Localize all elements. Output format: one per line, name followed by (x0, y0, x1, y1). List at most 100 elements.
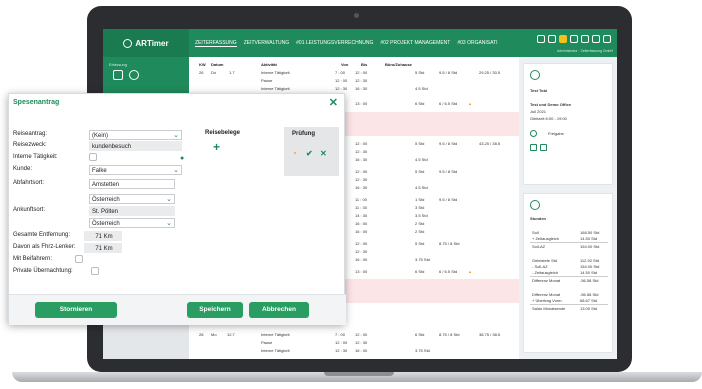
location-pin-icon[interactable]: ● (180, 155, 184, 162)
table-row[interactable]: Pause 12 : 00 12 : 30 (189, 339, 519, 347)
chat-icon[interactable] (581, 35, 589, 43)
laptop-notch (324, 372, 394, 376)
check-icon[interactable]: ✔ (306, 149, 313, 158)
pending-icon[interactable]: ◔ (292, 149, 297, 158)
clock-icon[interactable] (129, 70, 139, 80)
cell-date: 1.7 (229, 70, 235, 75)
stat-label: + Zeitausgleich (532, 236, 560, 241)
cell-bis: 12 : 00 (355, 70, 368, 75)
nav-leistungsverrechnung[interactable]: #01 LEISTUNGSVERRECHNUNG (296, 40, 373, 47)
label-entfernung: Gesamte Entfernung: (13, 232, 71, 238)
reiseantrag-select[interactable]: (Kein) ⌄ (89, 130, 182, 140)
user-card: Test Tobi Test und Demo Office Juli 2021… (523, 63, 613, 185)
abfahrtsort-input[interactable]: Amstetten (89, 179, 175, 189)
logo[interactable]: ARTimer (103, 29, 189, 57)
privat-checkbox[interactable] (91, 267, 99, 275)
cell-duration: 1 Std (415, 197, 425, 202)
table-row[interactable]: Interne Tätigkeit 12 : 30 16 : 00 3.75 S… (189, 347, 519, 355)
release-label[interactable]: Freigabe (548, 131, 564, 136)
document-icon[interactable] (530, 144, 537, 151)
reject-icon[interactable]: ✕ (320, 149, 327, 158)
kunde-select[interactable]: Falke ⌄ (89, 165, 182, 175)
stornieren-button[interactable]: Stornieren (35, 302, 117, 318)
header-account: Administrator · Zeiterfassung GmbH (556, 49, 613, 53)
settings-icon[interactable] (570, 35, 578, 43)
ankunft-country-select[interactable]: Österreich ⌄ (89, 218, 175, 228)
chevron-down-icon: ⌄ (173, 132, 179, 139)
cell-von: 12 : 00 (335, 78, 348, 83)
fhrz-value[interactable]: 71 Km (84, 243, 122, 253)
shift: Gleitzeit 6:00 - 19:00 (530, 116, 567, 121)
col-von: Von (341, 62, 349, 67)
cell-duration: 3.75 Std (415, 257, 430, 262)
stat-value: -56.58 Std (580, 292, 599, 297)
speichern-button[interactable]: Speichern (187, 302, 243, 318)
cell-activity: Interne Tätigkeit (261, 332, 290, 337)
label-interne: Interne Tätigkeit: (13, 154, 58, 160)
chevron-down-icon: ⌄ (166, 196, 172, 203)
table-row[interactable]: 28 Mo 12.7 Interne Tätigkeit 7 : 00 12 :… (189, 331, 519, 339)
calendar-icon[interactable] (113, 70, 123, 80)
stat-label: - Soll-AZ (532, 264, 548, 269)
beifahrern-checkbox[interactable] (75, 255, 83, 263)
abfahrt-country-select[interactable]: Österreich ⌄ (89, 194, 175, 204)
label-fhrz: Davon als Fhrz-Lenker: (13, 244, 76, 250)
close-icon[interactable]: ✕ (329, 96, 338, 109)
settings-icon[interactable] (540, 144, 547, 151)
nav-zeitverwaltung[interactable]: ZEITVERWALTUNG (244, 40, 289, 47)
mail-icon[interactable] (537, 35, 545, 43)
col-buero: Büro/Zuhause (385, 62, 412, 67)
cell-duration: 5 Std (415, 241, 425, 246)
user-name: Test Tobi (530, 88, 548, 93)
ankunftsort-input[interactable]: St. Pölten (89, 206, 175, 216)
cell-von: 7 : 00 (335, 332, 346, 337)
abbrechen-button[interactable]: Abbrechen (249, 302, 309, 318)
cell-von: 12 : 00 (335, 340, 348, 345)
cell-activity: Interne Tätigkeit (261, 348, 290, 353)
table-row[interactable]: 26 Do 1.7 Interne Tätigkeit 7 : 00 12 : … (189, 69, 519, 77)
app-header: ARTimer ZEITERFASSUNG ZEITVERWALTUNG #01… (103, 29, 617, 57)
stat-value: 68.67 Std (580, 298, 598, 303)
entfernung-value[interactable]: 71 Km (84, 231, 122, 241)
pruefung-title: Prüfung (292, 131, 315, 137)
reisezweck-input[interactable]: kundenbesuch (89, 141, 182, 151)
dialog-title: Spesenantrag (13, 99, 60, 106)
label-kunde: Kunde: (13, 166, 33, 172)
period: Juli 2021 (530, 109, 547, 114)
label-beifahrern: Mit Beifahrern: (13, 256, 53, 262)
cell-duration: 4.5 Std (415, 157, 428, 162)
stat-label: - Zeitausgleich (532, 270, 559, 275)
cell-duration: 6 Std (415, 101, 425, 106)
label-privat: Private Übernachtung: (13, 268, 73, 274)
stat-value: 154.00 Std (580, 264, 600, 269)
cell-day: Mo (211, 332, 217, 337)
add-icon[interactable]: + (213, 140, 220, 154)
chevron-down-icon: ⌄ (173, 167, 179, 174)
nav-zeiterfassung[interactable]: ZEITERFASSUNG (195, 40, 237, 47)
clock-icon (530, 200, 540, 210)
book-icon[interactable] (592, 35, 600, 43)
col-bis: Bis (361, 62, 368, 67)
help-icon[interactable] (603, 35, 611, 43)
cell-activity: Pause (261, 78, 273, 83)
reiseantrag-value: (Kein) (92, 133, 109, 139)
stat-label: + Übertrag Vorm. (532, 298, 563, 303)
office-name: Test und Demo Office (530, 102, 572, 107)
warning-icon: ▲ (468, 269, 472, 274)
webcam (354, 13, 359, 18)
nav-projekt-management[interactable]: #02 PROJEKT MANAGEMENT (380, 40, 450, 47)
table-row[interactable]: Pause 12 : 00 12 : 30 (189, 77, 519, 85)
cell-total: 43.25 / 38.5 (479, 141, 501, 146)
cell-duration: 3.5 Std (415, 213, 428, 218)
user-icon[interactable] (548, 35, 556, 43)
cell-bis: 12 : 30 (355, 78, 368, 83)
interne-checkbox[interactable] (89, 153, 97, 161)
stat-label: Geleistete Std (532, 258, 558, 263)
nav-organisation[interactable]: #03 ORGANISATI (457, 40, 497, 47)
cell-bis: 12 : 30 (355, 149, 368, 154)
table-row[interactable]: Interne Tätigkeit 12 : 30 16 : 30 4.5 St… (189, 85, 519, 93)
stat-value: -56.58 Std (580, 278, 599, 283)
user-icon (530, 70, 540, 80)
check-circle-icon[interactable] (530, 130, 537, 137)
notification-icon[interactable] (559, 35, 567, 43)
